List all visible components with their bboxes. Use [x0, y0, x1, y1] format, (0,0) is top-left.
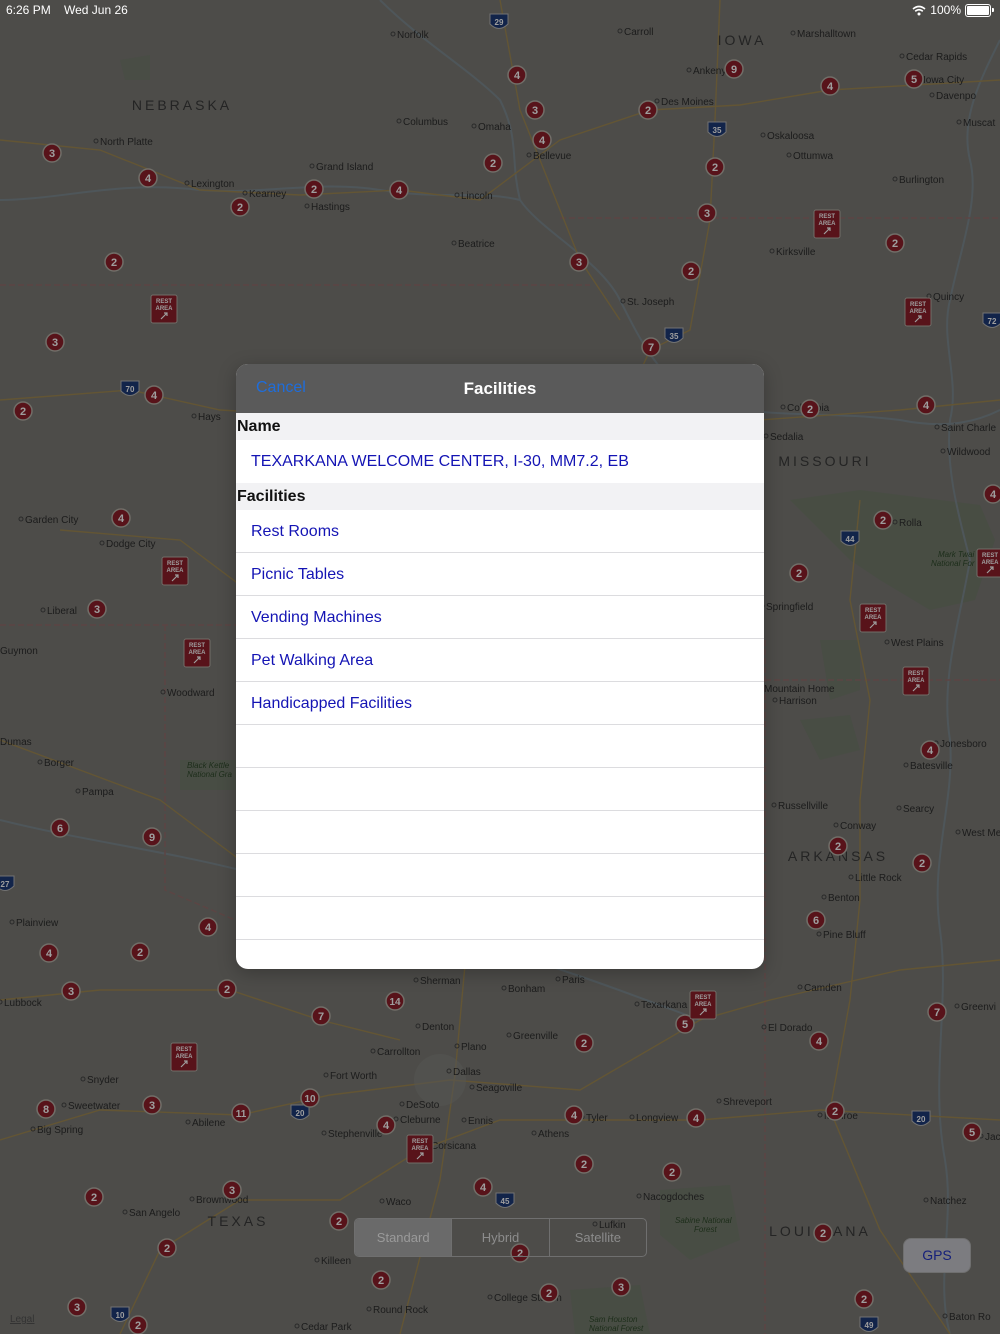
- empty-row: [236, 897, 764, 940]
- facility-row[interactable]: Handicapped Facilities: [236, 682, 764, 725]
- map-type-hybrid[interactable]: Hybrid: [451, 1219, 548, 1256]
- status-date: Wed Jun 26: [64, 3, 128, 17]
- facility-row[interactable]: Rest Rooms: [236, 510, 764, 553]
- empty-row: [236, 725, 764, 768]
- empty-row: [236, 811, 764, 854]
- name-value-row[interactable]: TEXARKANA WELCOME CENTER, I-30, MM7.2, E…: [236, 440, 764, 483]
- empty-row: [236, 854, 764, 897]
- status-right: 100%: [912, 3, 994, 17]
- empty-row: [236, 768, 764, 811]
- dialog-title: Facilities: [463, 379, 537, 398]
- battery-percent: 100%: [930, 3, 961, 17]
- facilities-section-header: Facilities: [236, 483, 764, 510]
- status-time: 6:26 PM: [6, 3, 51, 17]
- status-bar: 6:26 PM Wed Jun 26 100%: [0, 0, 1000, 22]
- map-type-control[interactable]: Standard Hybrid Satellite: [354, 1218, 647, 1257]
- dialog-header: Cancel Facilities: [236, 364, 764, 413]
- map-type-satellite[interactable]: Satellite: [548, 1219, 646, 1256]
- map-type-standard[interactable]: Standard: [355, 1219, 452, 1256]
- legal-link[interactable]: Legal: [10, 1314, 34, 1325]
- facility-row[interactable]: Vending Machines: [236, 596, 764, 639]
- name-section-header: Name: [236, 413, 764, 440]
- facility-row[interactable]: Pet Walking Area: [236, 639, 764, 682]
- empty-row: [236, 940, 764, 969]
- facilities-dialog: Cancel Facilities Name TEXARKANA WELCOME…: [236, 364, 764, 969]
- wifi-icon: [912, 5, 926, 15]
- gps-button[interactable]: GPS: [903, 1238, 971, 1273]
- facility-row[interactable]: Picnic Tables: [236, 553, 764, 596]
- battery-tip: [992, 8, 994, 12]
- battery-icon: [965, 3, 991, 17]
